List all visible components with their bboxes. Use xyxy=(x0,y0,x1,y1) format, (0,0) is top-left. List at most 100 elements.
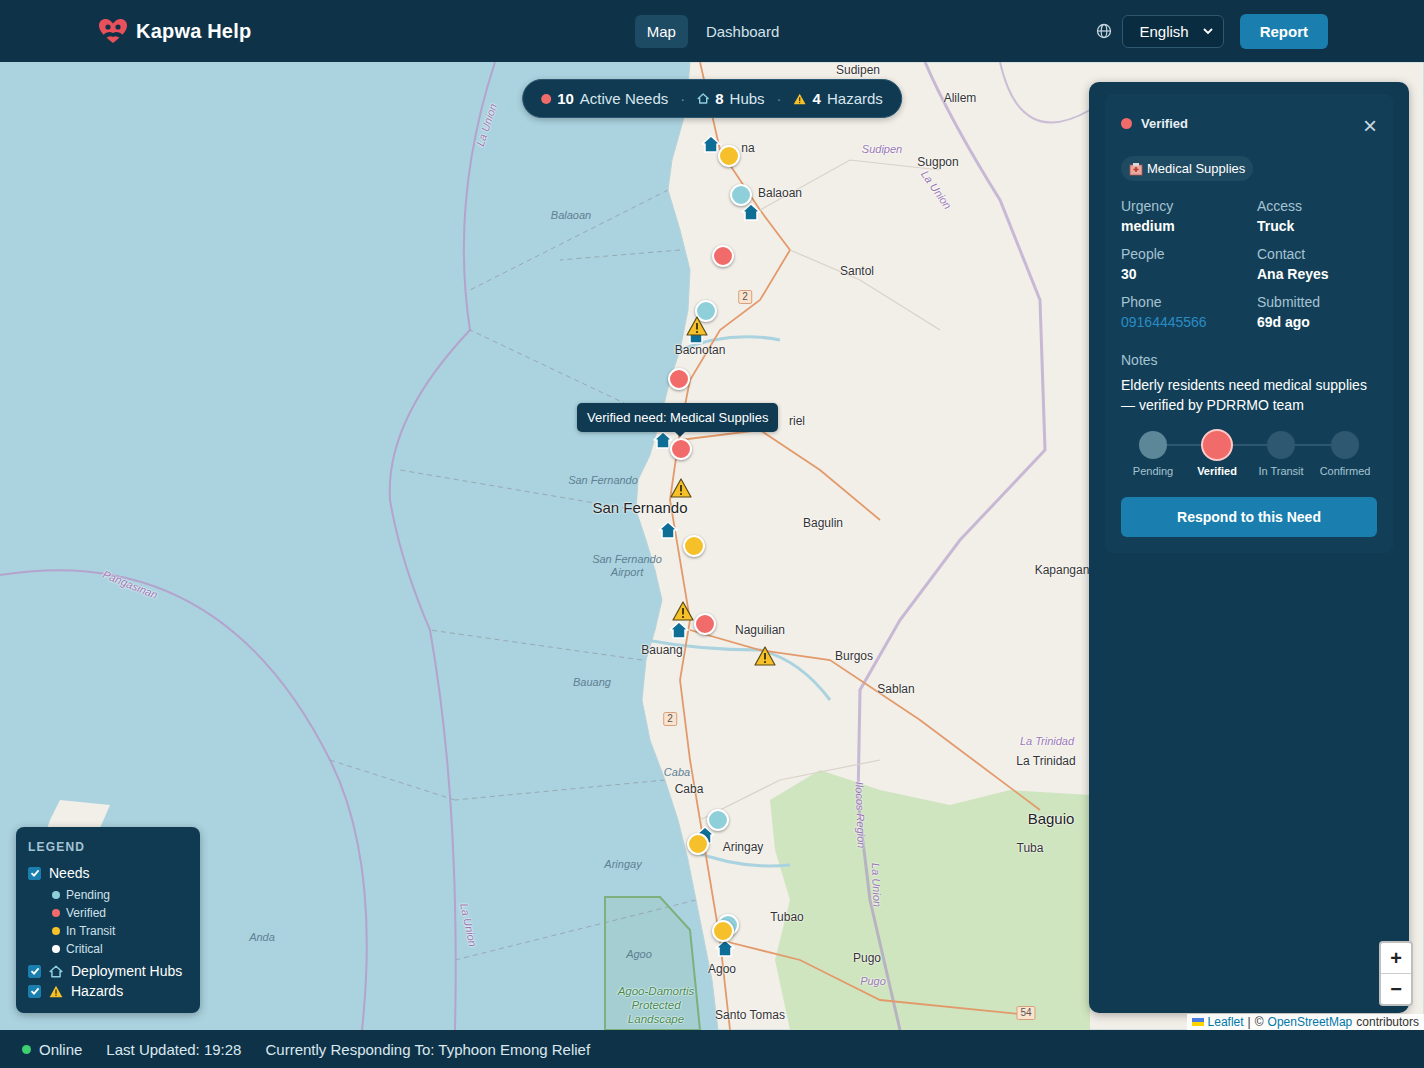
hazard-marker-icon[interactable] xyxy=(672,601,694,621)
need-marker[interactable] xyxy=(712,245,734,267)
hub-marker-icon[interactable] xyxy=(701,135,721,153)
zoom-button[interactable]: − xyxy=(1381,974,1411,1004)
language-value: English xyxy=(1139,23,1188,40)
osm-link[interactable]: OpenStreetMap xyxy=(1268,1015,1353,1029)
maritime-boundary xyxy=(0,570,367,1030)
step-dot-wrap xyxy=(1139,429,1167,461)
nav-tab[interactable]: Dashboard xyxy=(694,15,791,48)
need-marker[interactable] xyxy=(707,809,729,831)
hub-icon xyxy=(49,965,63,978)
field-label: Contact xyxy=(1257,245,1377,263)
need-marker[interactable] xyxy=(694,613,716,635)
legend-layer[interactable]: Hazards xyxy=(28,981,188,1001)
close-button[interactable]: × xyxy=(1363,114,1377,138)
report-button[interactable]: Report xyxy=(1240,14,1328,49)
status-dot xyxy=(52,945,60,953)
summary-count: 8 xyxy=(715,90,723,107)
layer-checkbox[interactable] xyxy=(28,985,41,998)
field-label: Phone xyxy=(1121,293,1257,311)
detail-field: Contact Ana Reyes xyxy=(1257,245,1377,283)
need-marker[interactable] xyxy=(670,438,692,460)
legend-layer[interactable]: Needs xyxy=(28,863,188,883)
map-label: Bacnotan xyxy=(675,343,726,357)
zoom-control: +− xyxy=(1379,941,1413,1006)
hazard-marker-icon[interactable] xyxy=(686,316,708,336)
step-dot-wrap xyxy=(1267,429,1295,461)
leaflet-link[interactable]: Leaflet xyxy=(1208,1015,1244,1029)
need-marker[interactable] xyxy=(718,145,740,167)
need-marker[interactable] xyxy=(712,920,734,942)
brand[interactable]: Kapwa Help xyxy=(98,18,635,44)
stepper-step: Verified xyxy=(1185,429,1249,477)
globe-icon xyxy=(1096,23,1112,39)
respond-button[interactable]: Respond to this Need xyxy=(1121,497,1377,537)
maritime-boundary xyxy=(390,62,495,1030)
field-value: 69d ago xyxy=(1257,313,1377,331)
status-dot xyxy=(52,909,60,917)
status-label: Verified xyxy=(66,904,106,922)
nav-tab[interactable]: Map xyxy=(635,15,688,48)
need-marker[interactable] xyxy=(668,368,690,390)
field-label: Submitted xyxy=(1257,293,1377,311)
need-marker[interactable] xyxy=(687,833,709,855)
summary-separator: · xyxy=(777,90,782,107)
map-label: Naguilian xyxy=(735,623,785,637)
category-tag: Medical Supplies xyxy=(1121,156,1253,181)
region-boundary xyxy=(858,62,1045,1030)
hub-marker-icon[interactable] xyxy=(669,621,689,639)
header-actions: English Report xyxy=(791,14,1328,49)
map-label: Agoo-Damortis Protected Landscape xyxy=(610,985,702,1026)
map-label: Baguio xyxy=(1028,810,1075,828)
hub-marker-icon[interactable] xyxy=(741,203,761,221)
connection-status: Online xyxy=(22,1041,82,1058)
brand-name: Kapwa Help xyxy=(136,20,251,43)
hazard-marker-icon[interactable] xyxy=(670,478,692,498)
map-legend: LEGEND Needs Pending Verified In Transit… xyxy=(16,827,200,1013)
need-marker[interactable] xyxy=(730,184,752,206)
map-label: 54 xyxy=(1016,1006,1035,1020)
hazard-marker-icon[interactable] xyxy=(754,646,776,666)
legend-status: In Transit xyxy=(52,922,188,940)
map-label: La Union xyxy=(869,863,884,907)
map-label: Santol xyxy=(840,264,874,278)
map-label: Sudipen xyxy=(862,143,902,156)
map-label: Aringay xyxy=(604,858,641,871)
map-label: La Trinidad xyxy=(1020,735,1074,748)
map-label: Balaoan xyxy=(758,186,802,200)
map-label: riel xyxy=(789,414,805,428)
map-label: Bagulin xyxy=(803,516,843,530)
status-stepper: Pending Verified In Transit Confirmed xyxy=(1121,429,1377,477)
map-label: Santo Tomas xyxy=(715,1008,785,1022)
need-marker[interactable] xyxy=(683,535,705,557)
detail-fields: Urgency mediumAccess TruckPeople 30Conta… xyxy=(1121,197,1377,331)
notes-section: Notes Elderly residents need medical sup… xyxy=(1121,351,1377,415)
map-label: La Trinidad xyxy=(1016,754,1075,768)
hospital-icon xyxy=(1129,162,1143,176)
layer-checkbox[interactable] xyxy=(28,965,41,978)
legend-layer[interactable]: Deployment Hubs xyxy=(28,961,188,981)
map-label: Sugpon xyxy=(917,155,958,169)
online-dot xyxy=(22,1045,31,1054)
language-select[interactable]: English xyxy=(1122,15,1223,48)
map-label: San Fernando xyxy=(568,474,638,487)
stepper-step: In Transit xyxy=(1249,429,1313,477)
stepper-track xyxy=(1153,444,1345,446)
field-label: Urgency xyxy=(1121,197,1257,215)
hub-marker-icon[interactable] xyxy=(658,521,678,539)
zoom-button[interactable]: + xyxy=(1381,943,1411,974)
status-label: In Transit xyxy=(66,922,115,940)
main-nav: MapDashboard xyxy=(635,15,792,48)
municipal-water-lines xyxy=(330,190,696,960)
check-icon xyxy=(30,986,40,996)
map-label: Ilocos Region xyxy=(852,781,868,848)
step-label: Pending xyxy=(1133,465,1173,477)
phone-link[interactable]: 09164445566 xyxy=(1121,313,1257,331)
roads xyxy=(670,62,1040,1030)
map-canvas[interactable]: SudipenAlilemSudipenSugponLa UnionBalaoa… xyxy=(0,62,1424,1030)
card-header: Verified × xyxy=(1121,108,1377,138)
marker-tooltip: Verified need: Medical Supplies xyxy=(577,403,778,432)
layer-checkbox[interactable] xyxy=(28,867,41,880)
summary-count: 4 xyxy=(813,90,821,107)
map-label: Agoo xyxy=(626,948,652,961)
land xyxy=(636,62,1424,1030)
